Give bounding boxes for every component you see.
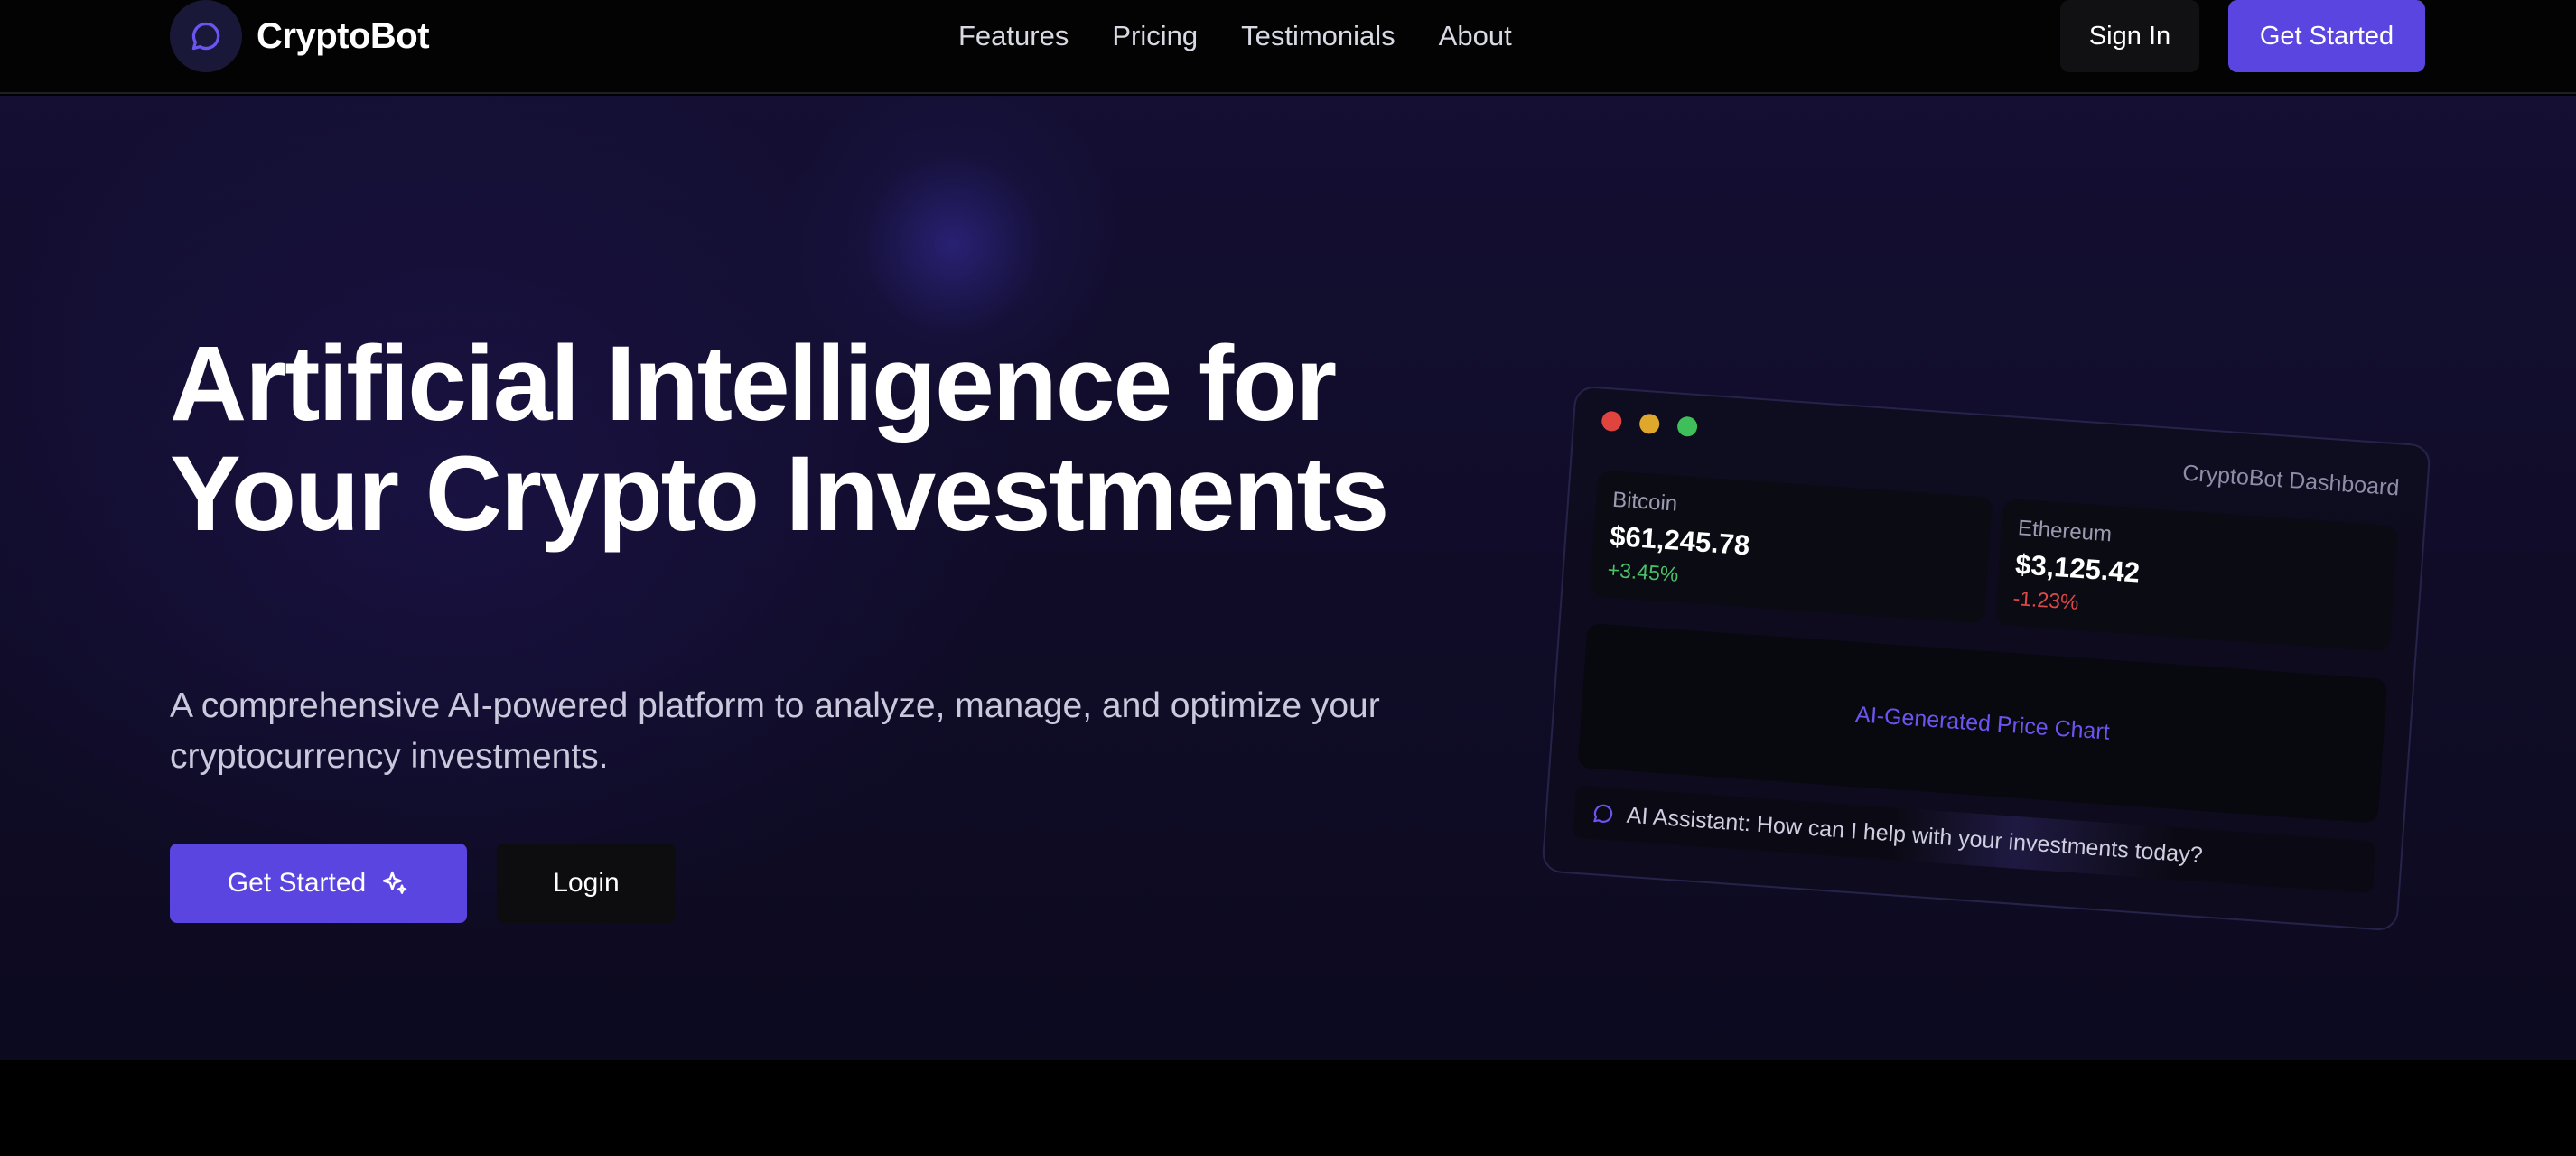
dashboard-preview-card: CryptoBot Dashboard Bitcoin $61,245.78 +…: [1541, 385, 2431, 932]
hero-title-line2: Your Crypto Investments: [170, 434, 1389, 554]
chart-label: AI-Generated Price Chart: [1854, 701, 2111, 745]
hero-section: Artificial Intelligence for Your Crypto …: [0, 96, 2576, 1060]
hero-title-line1: Artificial Intelligence for: [170, 324, 1337, 443]
nav-link-about[interactable]: About: [1439, 20, 1512, 52]
hero-subtitle: A comprehensive AI-powered platform to a…: [170, 686, 1380, 776]
bitcoin-card: Bitcoin $61,245.78 +3.45%: [1589, 470, 1993, 624]
hero-login-button[interactable]: Login: [497, 844, 676, 923]
next-section-edge: [0, 1060, 2576, 1156]
hero-title: Artificial Intelligence for Your Crypto …: [170, 329, 1525, 549]
minimize-dot-icon: [1638, 413, 1660, 435]
nav-link-features[interactable]: Features: [958, 20, 1069, 52]
chat-bubble-icon: [1593, 804, 1613, 823]
chat-bubble-logo-icon: [170, 0, 242, 72]
close-dot-icon: [1601, 410, 1623, 433]
nav-link-pricing[interactable]: Pricing: [1112, 20, 1198, 52]
nav-links: Features Pricing Testimonials About: [958, 0, 1555, 72]
top-navbar: CryptoBot Features Pricing Testimonials …: [0, 0, 2576, 94]
assistant-prompt-text: AI Assistant: How can I help with your i…: [1625, 802, 2204, 868]
brand-logo[interactable]: CryptoBot: [170, 0, 430, 72]
sign-in-button[interactable]: Sign In: [2060, 0, 2199, 72]
ethereum-card: Ethereum $3,125.42 -1.23%: [1994, 498, 2399, 653]
hero-get-started-label: Get Started: [227, 868, 367, 898]
dashboard-title: CryptoBot Dashboard: [2181, 460, 2401, 501]
hero-get-started-button[interactable]: Get Started: [170, 844, 467, 923]
nav-get-started-button[interactable]: Get Started: [2228, 0, 2425, 72]
maximize-dot-icon: [1676, 415, 1698, 438]
nav-link-testimonials[interactable]: Testimonials: [1241, 20, 1395, 52]
brand-name: CryptoBot: [257, 15, 430, 56]
window-controls: [1601, 410, 1716, 439]
sparkles-icon: [383, 871, 407, 894]
